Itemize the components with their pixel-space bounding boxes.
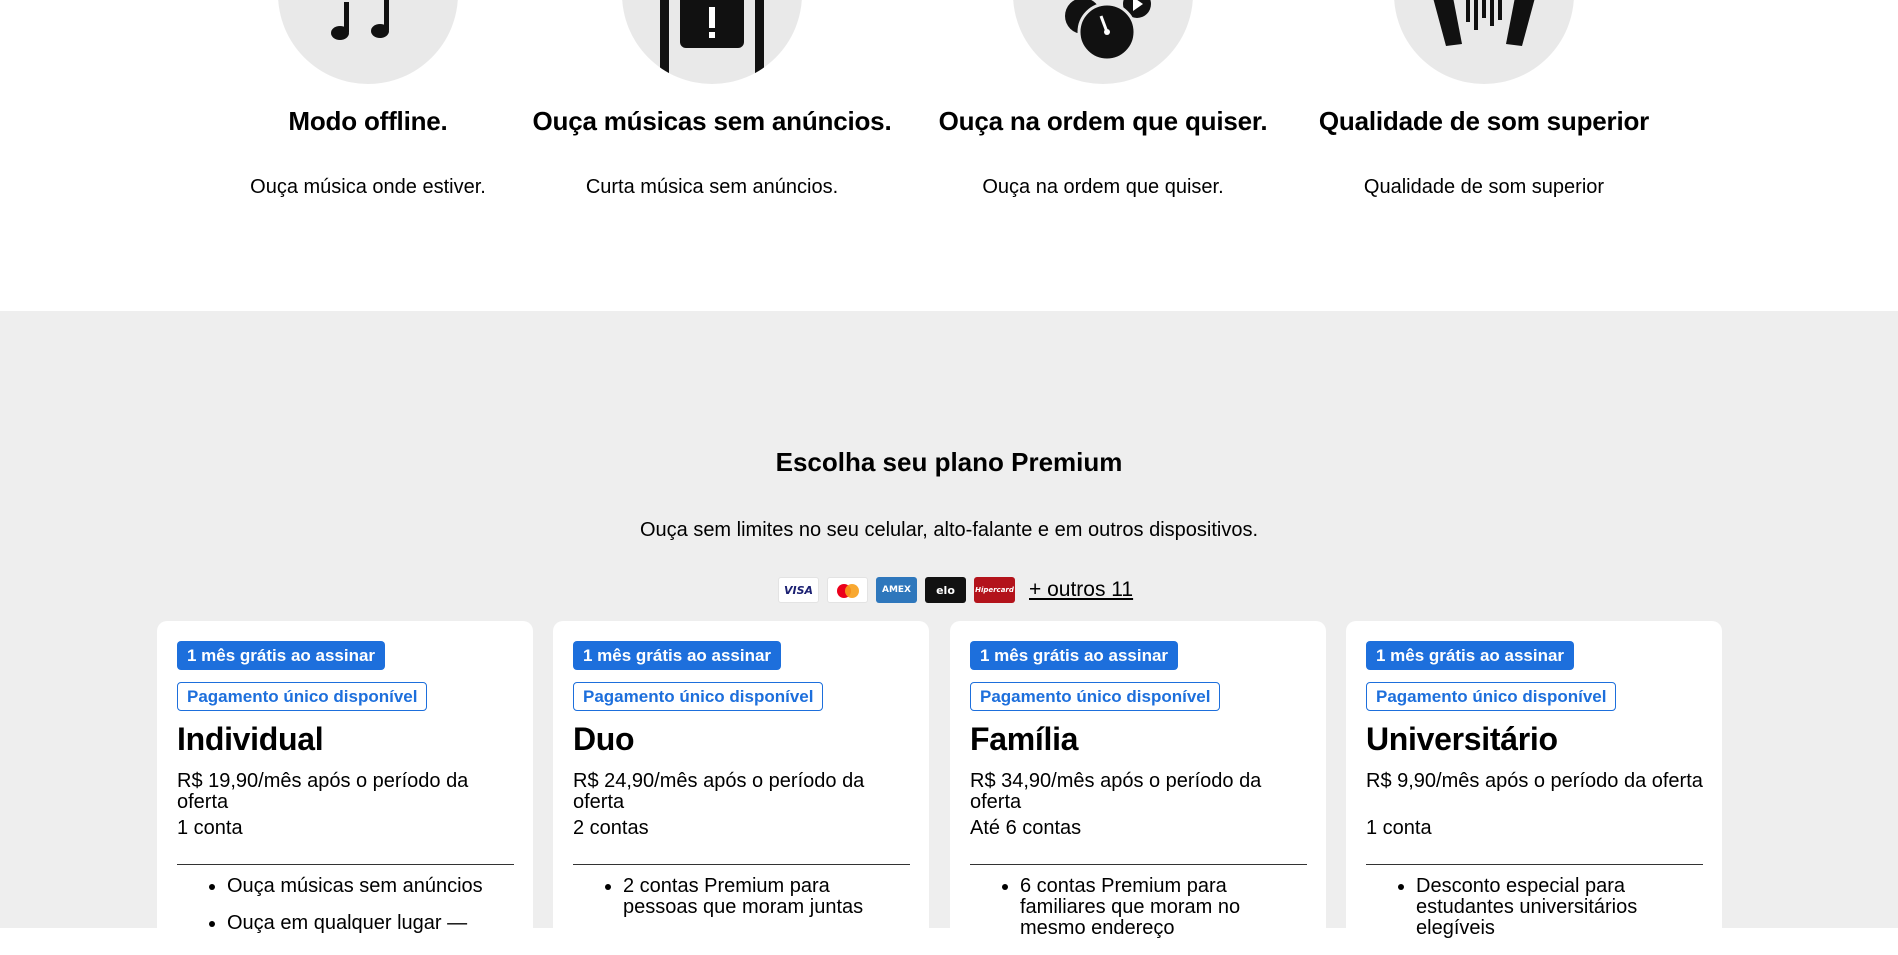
- feature-title: Ouça músicas sem anúncios.: [532, 106, 892, 136]
- plan-price: R$ 19,90/mês após o período da oferta: [177, 770, 469, 813]
- hipercard-icon: Hipercard: [974, 577, 1015, 603]
- plan-price: R$ 24,90/mês após o período da oferta: [573, 770, 865, 813]
- feature-text: Curta música sem anúncios.: [585, 176, 839, 198]
- plan-features: Desconto especial para estudantes univer…: [1366, 876, 1696, 955]
- trial-badge: 1 mês grátis ao assinar: [573, 641, 782, 670]
- plans-section: Escolha seu plano Premium Ouça sem limit…: [0, 311, 1898, 951]
- plan-accounts: 2 contas: [573, 817, 649, 839]
- shuffle-order-icon: [1065, 0, 1151, 62]
- feature-icon-circle: [278, 0, 458, 84]
- section-title: Escolha seu plano Premium: [775, 447, 1123, 477]
- feature-text: Ouça na ordem que quiser.: [982, 176, 1224, 198]
- feature-icon-circle: [1394, 0, 1574, 84]
- payment-methods: VISA AMEX elo Hipercard + outros 11: [778, 576, 1133, 604]
- feature-icon-circle: [1013, 0, 1193, 84]
- plan-features: 6 contas Premium para familiares que mor…: [970, 876, 1300, 955]
- plan-accounts: 1 conta: [177, 817, 243, 839]
- mastercard-icon: [827, 577, 868, 603]
- payment-badge: Pagamento único disponível: [573, 682, 824, 711]
- trial-badge: 1 mês grátis ao assinar: [970, 641, 1179, 670]
- feature-text: Ouça música onde estiver.: [250, 176, 486, 198]
- feature-title: Modo offline.: [288, 106, 448, 136]
- plan-name: Família: [970, 721, 1079, 757]
- trial-badge: 1 mês grátis ao assinar: [177, 641, 386, 670]
- divider: [970, 864, 1307, 865]
- plan-features: 2 contas Premium para pessoas que moram …: [573, 876, 903, 934]
- plan-card-universitario: 1 mês grátis ao assinar Pagamento único …: [1346, 621, 1722, 951]
- trial-badge: 1 mês grátis ao assinar: [1366, 641, 1575, 670]
- divider: [1366, 864, 1703, 865]
- plan-features: Ouça músicas sem anúncios Ouça em qualqu…: [177, 876, 507, 950]
- list-item: 2 contas Premium para pessoas que moram …: [623, 876, 903, 918]
- section-subtitle: Ouça sem limites no seu celular, alto-fa…: [639, 519, 1259, 541]
- feature-title: Qualidade de som superior: [1318, 106, 1650, 136]
- list-item: Desconto especial para estudantes univer…: [1416, 876, 1696, 939]
- feature-text: Qualidade de som superior: [1363, 176, 1605, 198]
- more-payment-methods-link[interactable]: + outros 11: [1029, 578, 1133, 602]
- plan-price: R$ 34,90/mês após o período da oferta: [970, 770, 1262, 813]
- plan-accounts: 1 conta: [1366, 817, 1432, 839]
- amex-icon: AMEX: [876, 577, 917, 603]
- features-section: Modo offline. Ouça música onde estiver. …: [0, 0, 1898, 311]
- payment-badge: Pagamento único disponível: [1366, 682, 1617, 711]
- plan-name: Universitário: [1366, 721, 1558, 757]
- feature-icon-circle: [622, 0, 802, 84]
- list-item: 6 contas Premium para familiares que mor…: [1020, 876, 1300, 939]
- list-item: Ouça em qualquer lugar —: [227, 913, 507, 934]
- payment-badge: Pagamento único disponível: [177, 682, 428, 711]
- list-item: Ouça músicas sem anúncios: [227, 876, 507, 897]
- divider: [573, 864, 910, 865]
- sound-quality-icon: [1433, 0, 1535, 46]
- plan-accounts: Até 6 contas: [970, 817, 1082, 839]
- divider: [177, 864, 514, 865]
- no-ads-icon: [660, 0, 764, 84]
- plan-name: Duo: [573, 721, 635, 757]
- feature-title: Ouça na ordem que quiser.: [938, 106, 1268, 136]
- plan-card-duo: 1 mês grátis ao assinar Pagamento único …: [553, 621, 929, 951]
- payment-badge: Pagamento único disponível: [970, 682, 1221, 711]
- elo-icon: elo: [925, 577, 966, 603]
- plan-card-individual: 1 mês grátis ao assinar Pagamento único …: [157, 621, 533, 951]
- plan-price: R$ 9,90/mês após o período da oferta: [1366, 770, 1703, 792]
- visa-icon: VISA: [778, 577, 819, 603]
- plan-card-familia: 1 mês grátis ao assinar Pagamento único …: [950, 621, 1326, 951]
- music-notes-icon: [331, 0, 389, 40]
- plan-name: Individual: [177, 721, 324, 757]
